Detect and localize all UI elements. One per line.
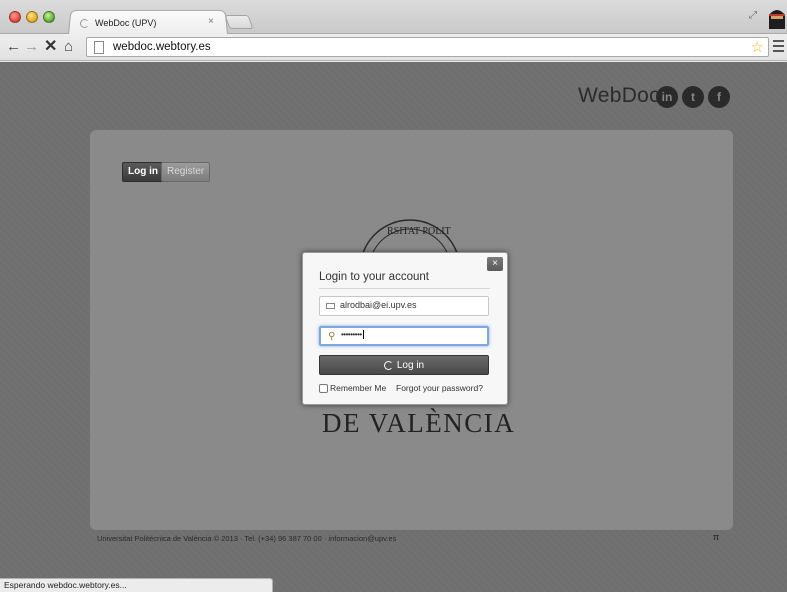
loading-spinner-icon [80,18,89,28]
back-arrow-icon[interactable]: ← [6,39,21,55]
tab-bar: WebDoc (UPV) × ⤢ [0,0,787,34]
pi-icon: π [713,532,720,542]
new-tab-button[interactable] [224,15,254,29]
page-icon [94,41,104,54]
facebook-icon[interactable]: f [708,86,730,108]
modal-title: Login to your account [319,271,429,283]
remember-checkbox[interactable] [319,383,328,393]
divider [319,288,490,289]
minimize-window-button[interactable] [26,11,38,23]
remember-label: Remember Me [330,383,387,393]
tab-close-icon[interactable]: × [208,16,214,27]
login-modal: × Login to your account alrodbai@ei.upv.… [302,252,508,405]
footer-text: Universitat Politècnica de València © 20… [97,534,397,543]
forgot-password-link[interactable]: Forgot your password? [396,383,483,393]
twitter-icon[interactable]: t [682,86,704,108]
fullscreen-icon[interactable]: ⤢ [749,10,757,21]
login-button[interactable]: Log in [122,162,164,182]
submit-login-button[interactable]: Log in [319,355,489,375]
university-name: DE VALÈNCIA [322,408,516,438]
bookmark-star-icon[interactable]: ☆ [751,38,764,56]
submit-label: Log in [396,359,425,371]
email-value: alrodbai@ei.upv.es [340,300,417,310]
status-bar: Esperando webdoc.webtory.es... [0,578,273,592]
register-button[interactable]: Register [161,162,211,182]
site-brand: WebDoc [578,84,660,107]
svg-text:RSITAT POLIT: RSITAT POLIT [387,226,451,237]
stop-loading-icon[interactable]: ✕ [44,39,57,55]
envelope-icon [326,303,335,309]
browser-toolbar: ← → ✕ ⌂ webdoc.webtory.es ☆ [0,34,787,61]
remember-me[interactable]: Remember Me [319,383,386,393]
home-icon[interactable]: ⌂ [64,39,73,55]
tab-content[interactable]: WebDoc (UPV) [80,14,220,32]
key-icon: ⚲ [328,331,336,342]
tab-title: WebDoc (UPV) [95,18,157,28]
browser-window: WebDoc (UPV) × ⤢ ← → ✕ ⌂ webdoc.webtory.… [0,0,787,592]
modal-close-button[interactable]: × [487,257,503,271]
menu-icon[interactable] [773,40,784,55]
forward-arrow-icon[interactable]: → [24,39,39,55]
loading-spinner-icon [383,360,393,370]
password-field[interactable]: ⚲ ••••••••• [319,326,489,346]
incognito-avatar-icon [769,10,785,29]
address-bar[interactable]: webdoc.webtory.es ☆ [86,37,769,57]
password-value: ••••••••• [341,330,364,340]
email-field[interactable]: alrodbai@ei.upv.es [319,296,489,316]
url-text[interactable]: webdoc.webtory.es [113,41,211,53]
zoom-window-button[interactable] [43,11,55,23]
close-window-button[interactable] [9,11,21,23]
linkedin-icon[interactable]: in [656,86,678,108]
